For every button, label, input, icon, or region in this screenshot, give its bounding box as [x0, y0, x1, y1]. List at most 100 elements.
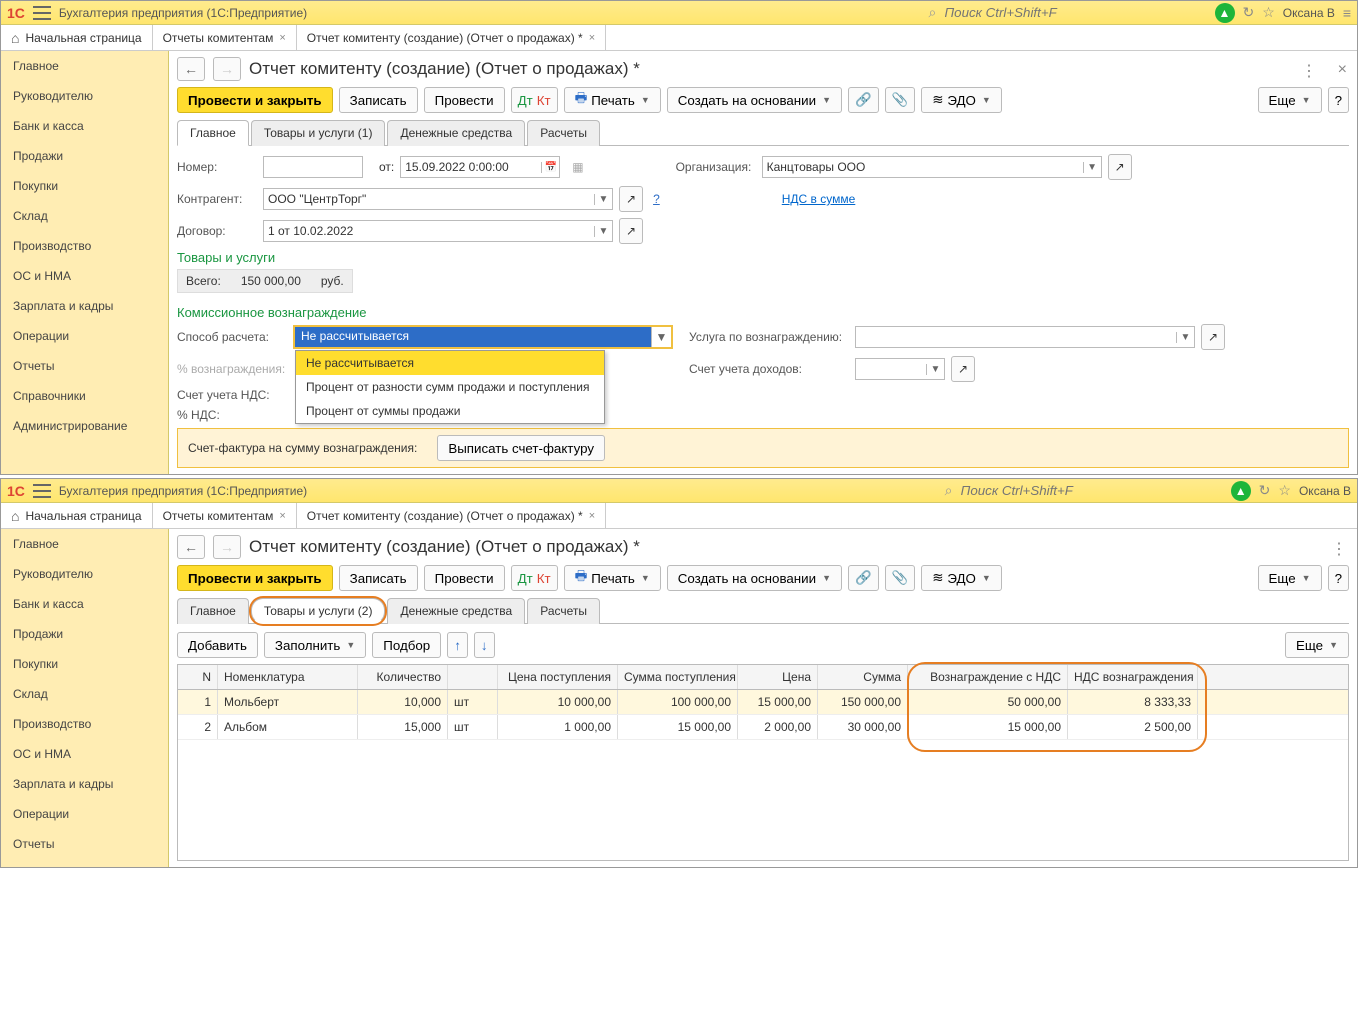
kebab-icon[interactable]: ⋮	[1331, 539, 1347, 559]
tab-calc[interactable]: Расчеты	[527, 120, 600, 146]
dtkt-button[interactable]: ДтКт	[511, 565, 558, 591]
open-button[interactable]: ↗	[951, 356, 975, 382]
sidebar-item[interactable]: Банк и касса	[1, 111, 168, 141]
fee-service-input[interactable]: ▼	[855, 326, 1195, 348]
post-button[interactable]: Провести	[424, 87, 505, 113]
tab-report-create[interactable]: Отчет комитенту (создание) (Отчет о прод…	[297, 503, 606, 528]
close-icon[interactable]: ×	[589, 32, 595, 44]
link-button[interactable]: 🔗	[848, 87, 879, 113]
sidebar-item[interactable]: Производство	[1, 231, 168, 261]
star-icon[interactable]: ☆	[1262, 4, 1275, 21]
col-price-in[interactable]: Цена поступления	[498, 665, 618, 689]
tab-home[interactable]: Начальная страница	[1, 25, 153, 50]
method-combo[interactable]: Не рассчитывается ▼	[293, 325, 673, 349]
sidebar-item[interactable]: Склад	[1, 201, 168, 231]
nav-forward[interactable]: →	[213, 57, 241, 81]
print-button[interactable]: 🖶Печать▼	[564, 87, 661, 113]
open-button[interactable]: ↗	[1201, 324, 1225, 350]
nav-back[interactable]: ←	[177, 535, 205, 559]
attach-button[interactable]: 📎	[885, 565, 916, 591]
save-button[interactable]: Записать	[339, 87, 418, 113]
post-close-button[interactable]: Провести и закрыть	[177, 87, 333, 113]
close-icon[interactable]: ×	[279, 510, 285, 522]
tab-reports[interactable]: Отчеты комитентам×	[153, 25, 297, 50]
create-based-button[interactable]: Создать на основании▼	[667, 87, 842, 113]
col-fee[interactable]: Вознаграждение с НДС	[908, 665, 1068, 689]
move-up-button[interactable]: ↑	[447, 632, 468, 658]
close-icon[interactable]: ×	[589, 510, 595, 522]
col-sum-in[interactable]: Сумма поступления	[618, 665, 738, 689]
option-item[interactable]: Не рассчитывается	[296, 351, 604, 375]
chevron-down-icon[interactable]: ▼	[1176, 332, 1194, 343]
tab-calc[interactable]: Расчеты	[527, 598, 600, 624]
star-icon[interactable]: ☆	[1278, 482, 1291, 499]
sidebar-item[interactable]: Продажи	[1, 141, 168, 171]
post-close-button[interactable]: Провести и закрыть	[177, 565, 333, 591]
bell-icon[interactable]: ▲	[1215, 3, 1235, 23]
chevron-down-icon[interactable]: ▼	[926, 364, 944, 375]
tab-money[interactable]: Денежные средства	[387, 598, 525, 624]
help-button[interactable]: ?	[1328, 87, 1349, 113]
sidebar-item[interactable]: Склад	[1, 679, 168, 709]
more-button[interactable]: Еще▼	[1258, 565, 1322, 591]
link-button[interactable]: 🔗	[848, 565, 879, 591]
col-n[interactable]: N	[178, 665, 218, 689]
sidebar-item[interactable]: Зарплата и кадры	[1, 291, 168, 321]
open-button[interactable]: ↗	[619, 218, 643, 244]
attach-button[interactable]: 📎	[885, 87, 916, 113]
option-item[interactable]: Процент от разности сумм продажи и посту…	[296, 375, 604, 399]
dtkt-button[interactable]: ДтКт	[511, 87, 558, 113]
sidebar-item[interactable]: Главное	[1, 529, 168, 559]
sidebar-item[interactable]: Главное	[1, 51, 168, 81]
bell-icon[interactable]: ▲	[1231, 481, 1251, 501]
tab-reports[interactable]: Отчеты комитентам×	[153, 503, 297, 528]
post-button[interactable]: Провести	[424, 565, 505, 591]
add-button[interactable]: Добавить	[177, 632, 258, 658]
contr-input[interactable]: ООО "ЦентрТорг" ▼	[263, 188, 613, 210]
tab-goods[interactable]: Товары и услуги (2)	[251, 598, 386, 624]
edo-button[interactable]: ≋ЭДО▼	[921, 87, 1002, 113]
close-icon[interactable]: ×	[1338, 61, 1347, 79]
create-based-button[interactable]: Создать на основании▼	[667, 565, 842, 591]
write-invoice-button[interactable]: Выписать счет-фактуру	[437, 435, 605, 461]
chevron-down-icon[interactable]: ▼	[651, 327, 671, 347]
sidebar-item[interactable]: ОС и НМА	[1, 261, 168, 291]
chevron-down-icon[interactable]: ▼	[594, 226, 612, 237]
settings-icon[interactable]: ≡	[1343, 5, 1351, 21]
tab-home[interactable]: Начальная страница	[1, 503, 153, 528]
open-button[interactable]: ↗	[1108, 154, 1132, 180]
contract-input[interactable]: 1 от 10.02.2022 ▼	[263, 220, 613, 242]
nav-back[interactable]: ←	[177, 57, 205, 81]
history-icon[interactable]: ↻	[1259, 482, 1271, 499]
sidebar-item[interactable]: Покупки	[1, 171, 168, 201]
pick-button[interactable]: Подбор	[372, 632, 441, 658]
print-button[interactable]: 🖶Печать▼	[564, 565, 661, 591]
tab-money[interactable]: Денежные средства	[387, 120, 525, 146]
open-button[interactable]: ↗	[619, 186, 643, 212]
close-icon[interactable]: ×	[279, 32, 285, 44]
date-input[interactable]: 15.09.2022 0:00:00 📅	[400, 156, 560, 178]
sidebar-item[interactable]: Производство	[1, 709, 168, 739]
fill-button[interactable]: Заполнить▼	[264, 632, 366, 658]
col-qty[interactable]: Количество	[358, 665, 448, 689]
sidebar-item[interactable]: ОС и НМА	[1, 739, 168, 769]
save-button[interactable]: Записать	[339, 565, 418, 591]
option-item[interactable]: Процент от суммы продажи	[296, 399, 604, 423]
number-input[interactable]	[263, 156, 363, 178]
sidebar-item[interactable]: Отчеты	[1, 829, 168, 859]
sidebar-item[interactable]: Руководителю	[1, 559, 168, 589]
more-button[interactable]: Еще▼	[1285, 632, 1349, 658]
table-row[interactable]: 1 Мольберт 10,000 шт 10 000,00 100 000,0…	[178, 690, 1348, 715]
calendar-icon[interactable]: 📅	[541, 162, 559, 173]
print-form-icon[interactable]: ▦	[572, 160, 583, 174]
tab-main[interactable]: Главное	[177, 598, 249, 624]
more-button[interactable]: Еще▼	[1258, 87, 1322, 113]
sidebar-item[interactable]: Отчеты	[1, 351, 168, 381]
help-button[interactable]: ?	[1328, 565, 1349, 591]
sidebar-item[interactable]: Зарплата и кадры	[1, 769, 168, 799]
menu-icon[interactable]	[33, 484, 51, 498]
sidebar-item[interactable]: Руководителю	[1, 81, 168, 111]
col-vat[interactable]: НДС вознаграждения	[1068, 665, 1198, 689]
menu-icon[interactable]	[33, 6, 51, 20]
search-input[interactable]	[943, 482, 1223, 500]
